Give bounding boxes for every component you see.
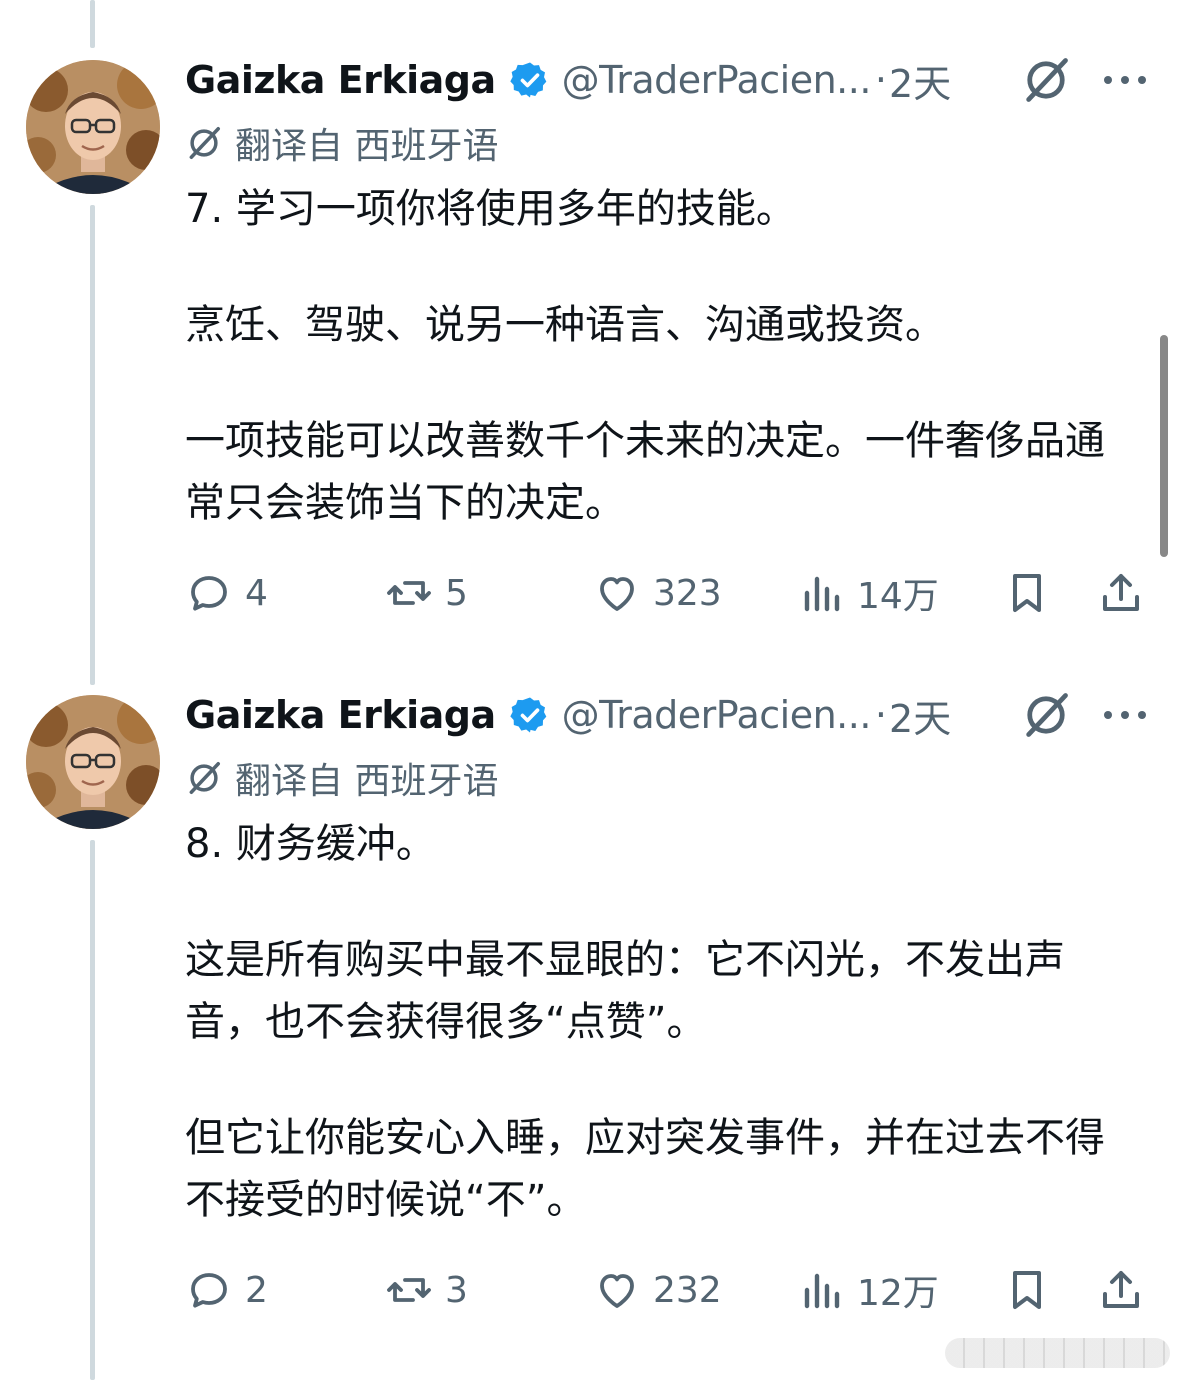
share-icon xyxy=(1103,574,1139,611)
tweet-header: Gaizka Erkiaga @TraderPacien... · 2天 xyxy=(185,50,951,110)
grok-icon[interactable] xyxy=(1020,54,1072,106)
heart-icon xyxy=(600,1274,634,1308)
action-bar: 2 3 232 12万 xyxy=(185,1263,1155,1317)
reply-button[interactable]: 2 xyxy=(185,1263,268,1317)
translated-from[interactable]: 翻译自 西班牙语 xyxy=(185,118,498,168)
retweet-count: 5 xyxy=(445,572,468,614)
timestamp[interactable]: 2天 xyxy=(889,53,951,108)
tweet-paragraph: 8. 财务缓冲。 xyxy=(185,821,436,867)
like-count: 232 xyxy=(653,1269,722,1311)
action-bar: 4 5 323 14万 xyxy=(185,566,1155,620)
share-button[interactable] xyxy=(1097,1263,1157,1317)
like-button[interactable]: 323 xyxy=(593,566,722,620)
like-button[interactable]: 232 xyxy=(593,1263,722,1317)
more-icon[interactable] xyxy=(1100,705,1150,725)
tweet-paragraph: 一项技能可以改善数千个未来的决定。一件奢侈品通常只会装饰当下的决定。 xyxy=(185,418,1105,526)
retweet-button[interactable]: 3 xyxy=(385,1263,468,1317)
tweet-paragraph: 7. 学习一项你将使用多年的技能。 xyxy=(185,186,796,232)
views-button[interactable]: 14万 xyxy=(797,566,939,620)
translated-label: 翻译自 西班牙语 xyxy=(235,761,499,802)
tweet-paragraph: 烹饪、驾驶、说另一种语言、沟通或投资。 xyxy=(185,302,945,348)
tweet-header: Gaizka Erkiaga @TraderPacien... · 2天 xyxy=(185,685,951,745)
reply-count: 2 xyxy=(245,1269,268,1311)
share-button[interactable] xyxy=(1097,566,1157,620)
translated-from[interactable]: 翻译自 西班牙语 xyxy=(185,753,498,803)
translated-label: 翻译自 西班牙语 xyxy=(235,126,499,167)
timestamp[interactable]: 2天 xyxy=(889,688,951,743)
views-button[interactable]: 12万 xyxy=(797,1263,939,1317)
separator-dot: · xyxy=(874,58,888,102)
like-count: 323 xyxy=(653,572,722,614)
bookmark-icon xyxy=(1013,1271,1041,1309)
avatar-image xyxy=(26,695,160,829)
author-name[interactable]: Gaizka Erkiaga xyxy=(185,58,496,102)
reply-button[interactable]: 4 xyxy=(185,566,268,620)
views-count: 12万 xyxy=(857,1273,939,1314)
tweet-paragraph: 这是所有购买中最不显眼的：它不闪光，不发出声音，也不会获得很多“点赞”。 xyxy=(185,937,1065,1045)
tweet-2[interactable]: Gaizka Erkiaga @TraderPacien... · 2天 翻译自… xyxy=(0,635,1179,1335)
scrollbar[interactable] xyxy=(1160,335,1168,557)
bookmark-button[interactable] xyxy=(1003,566,1063,620)
retweet-icon xyxy=(387,581,431,605)
author-handle[interactable]: @TraderPacien... xyxy=(562,693,872,737)
tweet-text: 8. 财务缓冲。 这是所有购买中最不显眼的：它不闪光，不发出声音，也不会获得很多… xyxy=(185,813,1105,1231)
avatar[interactable] xyxy=(26,60,160,194)
grok-icon[interactable] xyxy=(1020,689,1072,741)
verified-badge-icon xyxy=(509,697,546,733)
views-icon xyxy=(804,576,840,612)
more-icon[interactable] xyxy=(1100,70,1150,90)
retweet-button[interactable]: 5 xyxy=(385,566,468,620)
heart-icon xyxy=(600,577,634,611)
separator-dot: · xyxy=(874,693,888,737)
retweet-icon xyxy=(387,1278,431,1302)
watermark-strip xyxy=(945,1338,1170,1368)
views-count: 14万 xyxy=(857,576,939,617)
tweet-1[interactable]: Gaizka Erkiaga @TraderPacien... · 2天 翻译自… xyxy=(0,0,1179,640)
avatar-image xyxy=(26,60,160,194)
share-icon xyxy=(1103,1271,1139,1308)
views-icon xyxy=(804,1273,840,1309)
author-name[interactable]: Gaizka Erkiaga xyxy=(185,693,496,737)
translate-icon xyxy=(189,127,220,159)
reply-icon xyxy=(191,576,227,611)
bookmark-icon xyxy=(1013,574,1041,612)
reply-count: 4 xyxy=(245,572,268,614)
tweet-paragraph: 但它让你能安心入睡，应对突发事件，并在过去不得不接受的时候说“不”。 xyxy=(185,1115,1105,1223)
bookmark-button[interactable] xyxy=(1003,1263,1063,1317)
author-handle[interactable]: @TraderPacien... xyxy=(562,58,872,102)
translate-icon xyxy=(189,762,220,794)
verified-badge-icon xyxy=(509,62,546,98)
avatar[interactable] xyxy=(26,695,160,829)
reply-icon xyxy=(191,1273,227,1308)
tweet-text: 7. 学习一项你将使用多年的技能。 烹饪、驾驶、说另一种语言、沟通或投资。 一项… xyxy=(185,178,1105,534)
retweet-count: 3 xyxy=(445,1269,468,1311)
